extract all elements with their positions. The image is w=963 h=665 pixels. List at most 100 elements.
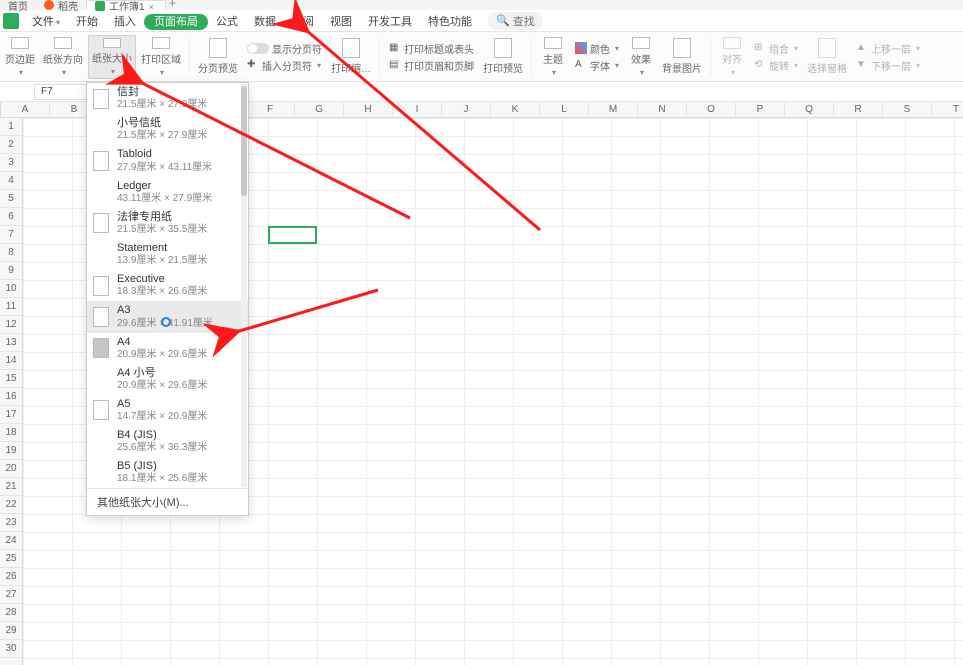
paper-size-option-A4 小号[interactable]: A4 小号20.9厘米 × 29.6厘米 [87,364,248,395]
paper-size-option-Statement[interactable]: Statement13.9厘米 × 21.5厘米 [87,239,248,270]
menu-开始[interactable]: 开始 [68,14,106,30]
paper-size-option-A4[interactable]: A420.9厘米 × 29.6厘米 [87,333,248,364]
col-header-F[interactable]: F [246,102,295,117]
row-header-25[interactable]: 25 [0,550,22,568]
row-header-10[interactable]: 10 [0,280,22,298]
fonts-button[interactable]: A 字体▾ [575,58,619,73]
col-header-T[interactable]: T [932,102,963,117]
print-preview-button[interactable]: 打印预览 [480,35,526,79]
row-header-23[interactable]: 23 [0,514,22,532]
menu-审阅[interactable]: 审阅 [284,14,322,30]
new-tab-button[interactable]: + [166,0,180,10]
row-header-1[interactable]: 1 [0,118,22,136]
row-header-24[interactable]: 24 [0,532,22,550]
row-header-19[interactable]: 19 [0,442,22,460]
scrollbar-thumb[interactable] [241,86,247,196]
page-break-preview-button[interactable]: 分页预览 [195,35,241,79]
tab-app[interactable]: 稻壳 [36,0,86,10]
row-header-18[interactable]: 18 [0,424,22,442]
row-header-9[interactable]: 9 [0,262,22,280]
dropdown-scrollbar[interactable] [241,84,247,487]
col-header-R[interactable]: R [834,102,883,117]
row-header-17[interactable]: 17 [0,406,22,424]
colors-button[interactable]: 颜色▾ [575,41,619,56]
more-paper-sizes[interactable]: 其他纸张大小(M)... [87,488,248,515]
paper-size-option-B4 (JIS)[interactable]: B4 (JIS)25.6厘米 × 36.3厘米 [87,426,248,457]
paper-size-option-法律专用纸[interactable]: 法律专用纸21.5厘米 × 35.5厘米 [87,208,248,239]
row-header-16[interactable]: 16 [0,388,22,406]
row-header-7[interactable]: 7 [0,226,22,244]
paper-size-option-小号信纸[interactable]: 小号信纸21.5厘米 × 27.9厘米 [87,114,248,145]
menu-特色功能[interactable]: 特色功能 [420,14,480,30]
paper-size-option-A5[interactable]: A514.7厘米 × 20.9厘米 [87,395,248,426]
col-header-J[interactable]: J [442,102,491,117]
selected-cell[interactable] [268,226,317,244]
file-menu[interactable]: 文件▾ [24,11,68,31]
print-header-footer-button[interactable]: ▤ 打印页眉和页脚 [389,58,474,73]
row-header-3[interactable]: 3 [0,154,22,172]
search-box[interactable]: 🔍 查找 [488,12,543,30]
effects-button[interactable]: 效果▾ [625,35,657,79]
selection-pane-button[interactable]: 选择窗格 [804,35,850,79]
row-header-22[interactable]: 22 [0,496,22,514]
menu-公式[interactable]: 公式 [208,14,246,30]
menu-插入[interactable]: 插入 [106,14,144,30]
col-header-P[interactable]: P [736,102,785,117]
row-header-26[interactable]: 26 [0,568,22,586]
row-header-12[interactable]: 12 [0,316,22,334]
close-icon[interactable]: × [149,2,157,10]
col-header-Q[interactable]: Q [785,102,834,117]
row-header-28[interactable]: 28 [0,604,22,622]
row-header-21[interactable]: 21 [0,478,22,496]
col-header-H[interactable]: H [344,102,393,117]
col-header-G[interactable]: G [295,102,344,117]
paper-size-option-Executive[interactable]: Executive18.3厘米 × 26.6厘米 [87,270,248,301]
print-area-button[interactable]: 打印区域▾ [138,35,184,79]
paper-size-option-B5 (JIS)[interactable]: B5 (JIS)18.1厘米 × 25.6厘米 [87,457,248,488]
row-header-29[interactable]: 29 [0,622,22,640]
row-header-15[interactable]: 15 [0,370,22,388]
paper-size-option-Ledger[interactable]: Ledger43.11厘米 × 27.9厘米 [87,177,248,208]
row-header-8[interactable]: 8 [0,244,22,262]
col-header-I[interactable]: I [393,102,442,117]
paper-size-button[interactable]: 纸张大小▾ [88,35,136,79]
col-header-L[interactable]: L [540,102,589,117]
row-header-5[interactable]: 5 [0,190,22,208]
tab-home[interactable]: 首页 [0,0,36,10]
paper-size-option-A3[interactable]: A329.6厘米 × 41.91厘米 [87,301,248,332]
row-header-4[interactable]: 4 [0,172,22,190]
row-header-13[interactable]: 13 [0,334,22,352]
col-header-N[interactable]: N [638,102,687,117]
menu-视图[interactable]: 视图 [322,14,360,30]
tab-workbook[interactable]: 工作簿1 × [86,0,166,10]
group-button[interactable]: ⊞ 组合▾ [754,41,798,56]
row-header-27[interactable]: 27 [0,586,22,604]
print-scale-button[interactable]: 打印缩… [328,35,374,79]
menu-开发工具[interactable]: 开发工具 [360,14,420,30]
show-breaks-toggle[interactable]: 显示分页符 [247,41,322,56]
row-header-6[interactable]: 6 [0,208,22,226]
send-backward-button[interactable]: ▼ 下移一层▾ [856,58,920,73]
rotate-button[interactable]: ⟲ 旋转▾ [754,58,798,73]
align-button[interactable]: 对齐▾ [716,35,748,79]
row-header-11[interactable]: 11 [0,298,22,316]
row-header-30[interactable]: 30 [0,640,22,658]
col-header-O[interactable]: O [687,102,736,117]
col-header-S[interactable]: S [883,102,932,117]
paper-size-option-Tabloid[interactable]: Tabloid27.9厘米 × 43.11厘米 [87,145,248,176]
row-header-14[interactable]: 14 [0,352,22,370]
menu-页面布局[interactable]: 页面布局 [144,14,208,30]
paper-size-option-信封[interactable]: 信封21.5厘米 × 27.9厘米 [87,83,248,114]
margins-button[interactable]: 页边距▾ [2,35,38,79]
row-header-2[interactable]: 2 [0,136,22,154]
menu-数据[interactable]: 数据 [246,14,284,30]
bring-forward-button[interactable]: ▲ 上移一层▾ [856,41,920,56]
row-header-20[interactable]: 20 [0,460,22,478]
themes-button[interactable]: 主题▾ [537,35,569,79]
background-button[interactable]: 背景图片 [659,35,705,79]
print-titles-button[interactable]: ▦ 打印标题或表头 [389,41,474,56]
col-header-K[interactable]: K [491,102,540,117]
col-header-A[interactable]: A [1,102,50,117]
orientation-button[interactable]: 纸张方向▾ [40,35,86,79]
col-header-M[interactable]: M [589,102,638,117]
